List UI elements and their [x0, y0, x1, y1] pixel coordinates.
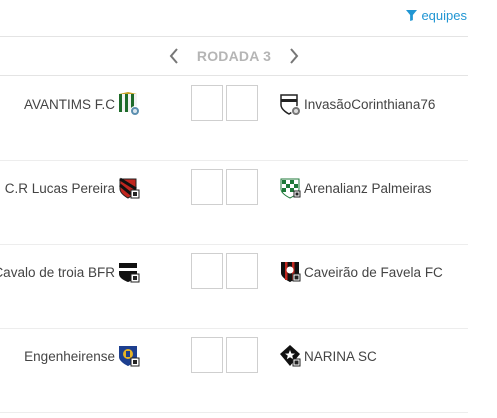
away-score-input[interactable]	[226, 337, 258, 373]
home-score-input[interactable]	[191, 337, 223, 373]
away-team-name: Caveirão de Favela FC	[304, 264, 443, 280]
filter-label: equipes	[421, 8, 467, 23]
home-team[interactable]: Cavalo de troia BFR	[0, 261, 141, 283]
home-team[interactable]: AVANTIMS F.C	[23, 92, 141, 116]
home-team-crest-icon	[117, 176, 141, 200]
away-team-crest-icon	[278, 92, 302, 116]
match-row: AVANTIMS F.C InvasãoCorinthiana76	[0, 77, 468, 161]
match-row: C.R Lucas Pereira Arenalianz Palmeiras	[0, 161, 468, 245]
previous-round-button[interactable]	[167, 47, 181, 65]
away-team-name: NARINA SC	[304, 348, 377, 364]
away-team-crest-icon	[278, 176, 302, 200]
match-row: Engenheirense NARINA SC	[0, 329, 468, 413]
home-team-name: AVANTIMS F.C	[23, 96, 115, 112]
away-team-crest-icon	[278, 260, 302, 284]
home-team-name: C.R Lucas Pereira	[4, 180, 115, 196]
home-team-name: Cavalo de troia BFR	[0, 264, 115, 280]
home-team-crest-icon	[117, 344, 141, 368]
round-navigation: RODADA 3	[0, 36, 468, 76]
next-round-button[interactable]	[287, 47, 301, 65]
filter-teams-link[interactable]: equipes	[406, 8, 467, 23]
filter-icon	[406, 10, 418, 21]
home-team[interactable]: C.R Lucas Pereira	[5, 177, 141, 199]
chevron-left-icon	[169, 48, 178, 64]
away-team[interactable]: NARINA SC	[278, 345, 377, 367]
home-team[interactable]: Engenheirense	[24, 345, 141, 367]
away-team-crest-icon	[278, 344, 302, 368]
home-score-input[interactable]	[191, 85, 223, 121]
chevron-right-icon	[290, 48, 299, 64]
away-team[interactable]: Caveirão de Favela FC	[278, 261, 443, 283]
away-team[interactable]: Arenalianz Palmeiras	[278, 177, 432, 199]
away-score-input[interactable]	[226, 169, 258, 205]
home-team-crest-icon	[117, 260, 141, 284]
home-score-input[interactable]	[191, 253, 223, 289]
away-team[interactable]: InvasãoCorinthiana76	[278, 92, 436, 116]
home-score-input[interactable]	[191, 169, 223, 205]
away-score-input[interactable]	[226, 253, 258, 289]
home-team-crest-icon	[117, 92, 141, 116]
away-team-name: InvasãoCorinthiana76	[304, 96, 436, 112]
home-team-name: Engenheirense	[24, 348, 115, 364]
match-row: Cavalo de troia BFR Caveirão de Favela F…	[0, 245, 468, 329]
away-score-input[interactable]	[226, 85, 258, 121]
away-team-name: Arenalianz Palmeiras	[304, 180, 432, 196]
round-label: RODADA 3	[196, 48, 272, 64]
